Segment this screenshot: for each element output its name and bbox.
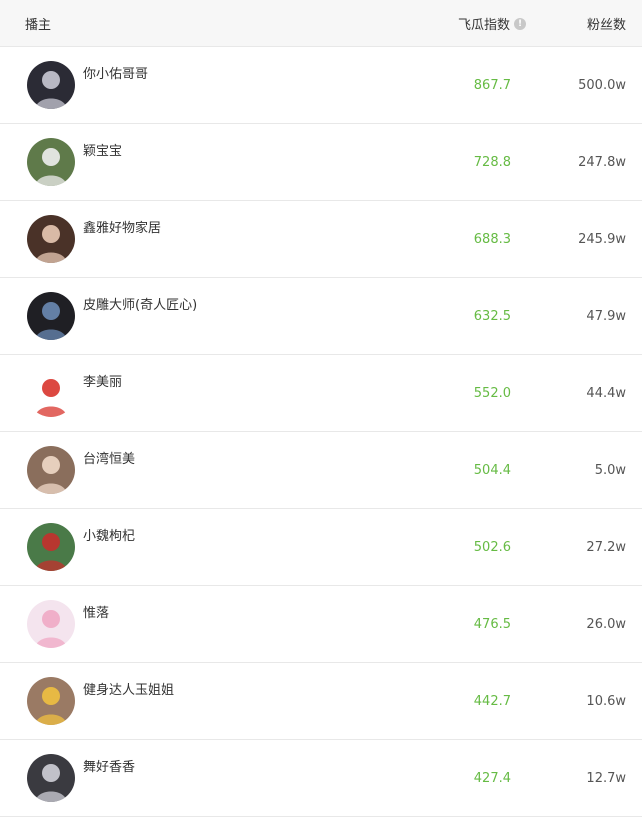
index-score: 632.5 — [473, 309, 511, 324]
table-row[interactable]: 颖宝宝 728.8 247.8w — [0, 124, 642, 201]
column-header-fans[interactable]: 粉丝数 — [587, 14, 626, 33]
avatar[interactable] — [27, 215, 75, 263]
index-score: 728.8 — [473, 155, 511, 170]
table-body: 你小佑哥哥 867.7 500.0w 颖宝宝 728.8 247.8w 鑫雅好物家居 688.… — [0, 47, 642, 817]
avatar-image — [27, 61, 75, 109]
anchor-name[interactable]: 鑫雅好物家居 — [83, 217, 161, 236]
table-row[interactable]: 小魏枸杞 502.6 27.2w — [0, 509, 642, 586]
table-row[interactable]: 你小佑哥哥 867.7 500.0w — [0, 47, 642, 124]
avatar[interactable] — [27, 754, 75, 802]
avatar[interactable] — [27, 138, 75, 186]
avatar[interactable] — [27, 523, 75, 571]
fans-count: 44.4w — [586, 386, 626, 401]
table-row[interactable]: 惟落 476.5 26.0w — [0, 586, 642, 663]
index-score: 552.0 — [473, 386, 511, 401]
index-score: 427.4 — [473, 771, 511, 786]
anchor-name[interactable]: 皮雕大师(奇人匠心) — [83, 294, 197, 313]
table-header: 播主 飞瓜指数 ! 粉丝数 — [0, 0, 642, 47]
avatar-image — [27, 677, 75, 725]
column-header-index[interactable]: 飞瓜指数 ! — [458, 14, 527, 33]
anchor-name[interactable]: 颖宝宝 — [83, 140, 122, 159]
fans-count: 12.7w — [586, 771, 626, 786]
avatar-image — [27, 138, 75, 186]
table-row[interactable]: 舞好香香 427.4 12.7w — [0, 740, 642, 817]
avatar-image — [27, 600, 75, 648]
anchor-name[interactable]: 舞好香香 — [83, 756, 135, 775]
fans-count: 10.6w — [586, 694, 626, 709]
anchor-name[interactable]: 你小佑哥哥 — [83, 63, 148, 82]
index-score: 504.4 — [473, 463, 511, 478]
fans-count: 500.0w — [578, 78, 626, 93]
table-row[interactable]: 台湾恒美 504.4 5.0w — [0, 432, 642, 509]
anchor-ranking-table: 播主 飞瓜指数 ! 粉丝数 你小佑哥哥 867.7 500.0w 颖宝宝 728.8 24… — [0, 0, 642, 817]
index-score: 867.7 — [473, 78, 511, 93]
avatar-image — [27, 754, 75, 802]
fans-count: 247.8w — [578, 155, 626, 170]
index-score: 502.6 — [473, 540, 511, 555]
avatar-image — [27, 446, 75, 494]
info-icon[interactable]: ! — [514, 17, 527, 30]
index-label: 飞瓜指数 — [458, 18, 511, 33]
avatar[interactable] — [27, 446, 75, 494]
anchor-name[interactable]: 健身达人玉姐姐 — [83, 679, 174, 698]
index-score: 688.3 — [473, 232, 511, 247]
avatar[interactable] — [27, 677, 75, 725]
avatar[interactable] — [27, 600, 75, 648]
avatar-image — [27, 369, 75, 417]
anchor-name[interactable]: 李美丽 — [83, 371, 122, 390]
table-row[interactable]: 鑫雅好物家居 688.3 245.9w — [0, 201, 642, 278]
index-score: 442.7 — [473, 694, 511, 709]
fans-count: 27.2w — [586, 540, 626, 555]
fans-count: 26.0w — [586, 617, 626, 632]
anchor-name[interactable]: 惟落 — [83, 602, 109, 621]
avatar[interactable] — [27, 369, 75, 417]
table-row[interactable]: 健身达人玉姐姐 442.7 10.6w — [0, 663, 642, 740]
column-header-anchor[interactable]: 播主 — [25, 14, 51, 33]
avatar-image — [27, 523, 75, 571]
avatar-image — [27, 215, 75, 263]
fans-count: 47.9w — [586, 309, 626, 324]
table-row[interactable]: 李美丽 552.0 44.4w — [0, 355, 642, 432]
anchor-name[interactable]: 台湾恒美 — [83, 448, 135, 467]
fans-count: 245.9w — [578, 232, 626, 247]
table-row[interactable]: 皮雕大师(奇人匠心) 632.5 47.9w — [0, 278, 642, 355]
index-score: 476.5 — [473, 617, 511, 632]
avatar[interactable] — [27, 292, 75, 340]
fans-count: 5.0w — [594, 463, 626, 478]
avatar-image — [27, 292, 75, 340]
anchor-name[interactable]: 小魏枸杞 — [83, 525, 135, 544]
avatar[interactable] — [27, 61, 75, 109]
